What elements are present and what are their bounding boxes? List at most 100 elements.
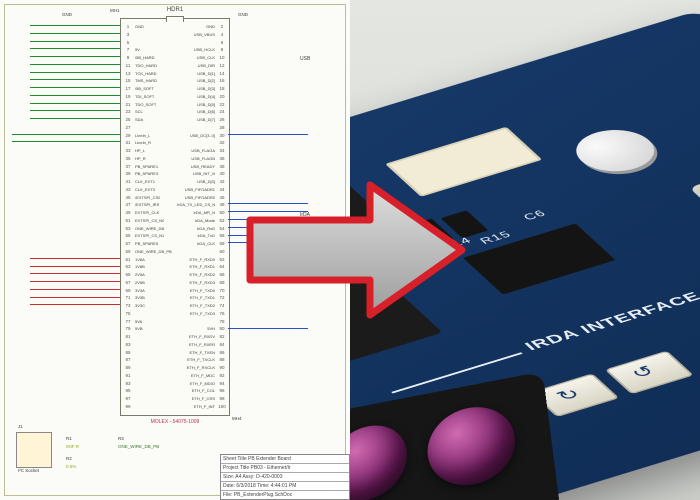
cap-electro bbox=[562, 122, 669, 178]
pin-88: 88ETH_F_TXCLK bbox=[175, 356, 229, 364]
wire bbox=[12, 141, 120, 142]
pin-60: 60 bbox=[175, 248, 229, 256]
pin-52: 52IrDA_Mode bbox=[175, 217, 229, 225]
pin-36: 36USB_FLAGB bbox=[175, 155, 229, 163]
pin-29: 29LineIn_L bbox=[121, 132, 175, 140]
pin-24: 24USB_D[6] bbox=[175, 108, 229, 116]
pin-75: 75 bbox=[121, 310, 175, 318]
pin-14: 14USB_D[1] bbox=[175, 70, 229, 78]
titleblock-size: Size: A4 Assy: D-420-0003 bbox=[221, 473, 349, 482]
pin-42: 42USB_D[0] bbox=[175, 178, 229, 186]
pin-32: 32 bbox=[175, 139, 229, 147]
pin-55: 55EXTSPI_CS_N1 bbox=[121, 232, 175, 240]
j1-label: J1 bbox=[18, 424, 23, 429]
wire bbox=[30, 56, 120, 57]
pin-81: 81 bbox=[121, 333, 175, 341]
pin-4: 4USB_VBUS bbox=[175, 31, 229, 39]
pin-45: 45/EXTSPI_CS0 bbox=[121, 194, 175, 202]
wire bbox=[30, 41, 120, 42]
pin-79: 795VB bbox=[121, 325, 175, 333]
wire bbox=[30, 95, 120, 96]
titleblock-project: Project Title PB03 - Ethernet/Ir bbox=[221, 464, 349, 473]
silk-irda: IRDA INTERFACE bbox=[521, 289, 700, 353]
pin-82: 82ETH_F_RXDV bbox=[175, 333, 229, 341]
pin-5: 5 bbox=[121, 39, 175, 47]
wire bbox=[30, 33, 120, 34]
usb-bracket-label: USB bbox=[300, 56, 310, 62]
pin-98: 98ETH_F_CRS bbox=[175, 395, 229, 403]
gnd-label-right: GND bbox=[238, 12, 248, 17]
pin-58: 58IrDA_CLK bbox=[175, 240, 229, 248]
wire bbox=[30, 273, 120, 274]
pin-18: 18USB_D[3] bbox=[175, 85, 229, 93]
ir-led-1 bbox=[350, 419, 407, 500]
pin-57: 57PB_SPARE5 bbox=[121, 240, 175, 248]
pin-91: 91 bbox=[121, 372, 175, 380]
pin-27: 27 bbox=[121, 124, 175, 132]
pin-97: 97 bbox=[121, 395, 175, 403]
pin-92: 92ETH_F_MDC bbox=[175, 372, 229, 380]
pin-11: 11TDO_HARD bbox=[121, 62, 175, 70]
pin-74: 74ETH_F_TXD2 bbox=[175, 302, 229, 310]
pin-8: 8USB_HCLK bbox=[175, 46, 229, 54]
r3-label: R3 bbox=[118, 436, 124, 441]
j1-socket bbox=[16, 432, 52, 468]
pin-34: 34USB_FLAGA bbox=[175, 147, 229, 155]
pin-96: 96ETH_F_COL bbox=[175, 387, 229, 395]
pin-28: 28 bbox=[175, 124, 229, 132]
pin-76: 76ETH_F_TXD3 bbox=[175, 310, 229, 318]
pin-71: 713V3B bbox=[121, 294, 175, 302]
connector-hdr1: HDR1 MOLEX - 54075-1009 1GND3575V9/5B_HA… bbox=[120, 18, 230, 416]
pin-72: 72ETH_F_TXD1 bbox=[175, 294, 229, 302]
pin-83: 83 bbox=[121, 341, 175, 349]
pin-49: 49EXTSPI_CLK bbox=[121, 209, 175, 217]
pin-94: 94ETH_F_MDIO bbox=[175, 380, 229, 388]
pin-69: 693V3A bbox=[121, 287, 175, 295]
pin-7: 75V bbox=[121, 46, 175, 54]
pin-47: 47/EXTSPI_IRS bbox=[121, 201, 175, 209]
pin-86: 86ETH_F_TXEN bbox=[175, 349, 229, 357]
wire bbox=[30, 258, 120, 259]
pin-22: 22USB_D[5] bbox=[175, 101, 229, 109]
transition-arrow-icon bbox=[240, 175, 470, 325]
chip-ref: HDR1 bbox=[167, 7, 183, 13]
wire bbox=[30, 64, 120, 65]
pin-17: 17/5B_SOFT bbox=[121, 85, 175, 93]
pin-31: 31LineIn_R bbox=[121, 139, 175, 147]
pin-19: 19TDI_SOFT bbox=[121, 93, 175, 101]
pin-73: 733V3C bbox=[121, 302, 175, 310]
pin-51: 51EXTSPI_CS_N0 bbox=[121, 217, 175, 225]
pin-56: 56IrDA_TxD bbox=[175, 232, 229, 240]
pin-23: 23SCL bbox=[121, 108, 175, 116]
wire bbox=[30, 72, 120, 73]
pin-6: 6 bbox=[175, 39, 229, 47]
mh4-label: MH4 bbox=[232, 416, 242, 421]
pin-38: 38USB_READY bbox=[175, 163, 229, 171]
pin-16: 16USB_D[2] bbox=[175, 77, 229, 85]
pin-100: 100ETH_F_INT bbox=[175, 403, 229, 411]
smd-ic bbox=[463, 223, 616, 294]
pin-78: 78 bbox=[175, 318, 229, 326]
pin-15: 15TMS_HARD bbox=[121, 77, 175, 85]
chip-notch bbox=[166, 16, 184, 22]
pin-80: 805VH bbox=[175, 325, 229, 333]
titleblock-sheet: Sheet Title PB Extender Board bbox=[221, 455, 349, 464]
pin-43: 43CLK_EXT3 bbox=[121, 186, 175, 194]
r1-label: R1 bbox=[66, 436, 72, 441]
pin-50: 50IrDA_MR_N bbox=[175, 209, 229, 217]
titleblock-date: Date: 6/3/2018 Time: 4:44:01 PM bbox=[221, 482, 349, 491]
pin-59: 59ONE_WIRE_DB_PB bbox=[121, 248, 175, 256]
pin-20: 20USB_D[4] bbox=[175, 93, 229, 101]
pin-35: 35HP_R bbox=[121, 155, 175, 163]
pin-99: 99 bbox=[121, 403, 175, 411]
pin-46: 46USB_FIFOADR0 bbox=[175, 194, 229, 202]
pin-37: 37PB_SPARE1 bbox=[121, 163, 175, 171]
pin-67: 672V5B bbox=[121, 279, 175, 287]
pin-21: 21TDO_SOFT bbox=[121, 101, 175, 109]
wire bbox=[30, 289, 120, 290]
owdb-label: ONE_WIRE_DB_PB bbox=[118, 444, 159, 449]
ir-led-2 bbox=[427, 400, 518, 491]
wire bbox=[30, 118, 120, 119]
mh1-label: MH1 bbox=[110, 8, 120, 13]
pin-95: 95 bbox=[121, 387, 175, 395]
